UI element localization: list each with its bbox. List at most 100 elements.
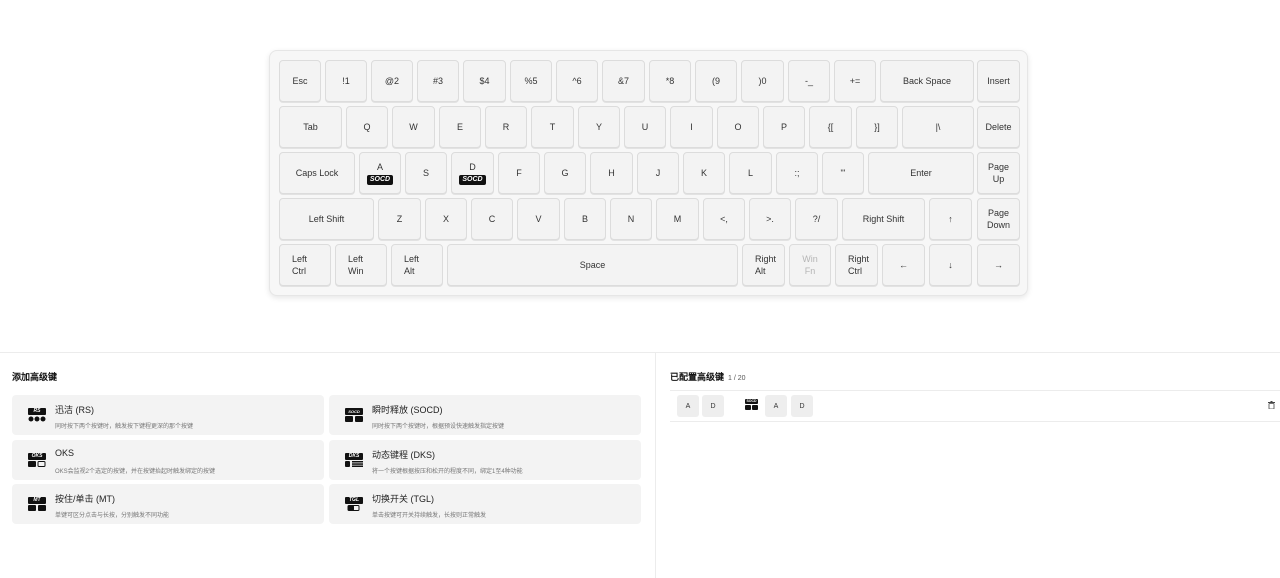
card-mt[interactable]: MT 按住/单击 (MT) 单键可区分点击与长按，分别触发不同功能 [12,484,324,524]
key-9[interactable]: (9 [695,60,737,102]
configured-entry[interactable] [670,390,1280,422]
key-z[interactable]: Z [378,198,421,240]
key-left-alt[interactable]: Left Alt [391,244,443,286]
card-oks[interactable]: OKS OKS OKS会监视2个选定的按键，并在按键抬起时触发绑定的按键 [12,440,324,480]
key-3[interactable]: #3 [417,60,459,102]
key-g[interactable]: G [544,152,586,194]
key-r[interactable]: R [485,106,527,148]
key-l[interactable]: L [729,152,772,194]
socd-icon: SOCD [345,408,363,422]
key-e[interactable]: E [439,106,481,148]
key-caps-lock[interactable]: Caps Lock [279,152,355,194]
card-description: OKS会监视2个选定的按键，并在按键抬起时触发绑定的按键 [55,469,216,475]
key-left-ctrl[interactable]: Left Ctrl [279,244,331,286]
key-page-up[interactable]: Page Up [977,152,1020,194]
key-u[interactable]: U [624,106,666,148]
key-comma[interactable]: <, [703,198,745,240]
key-b[interactable]: B [564,198,606,240]
key-delete[interactable]: Delete [977,106,1020,148]
key-t[interactable]: T [531,106,574,148]
key-p[interactable]: P [763,106,805,148]
card-socd[interactable]: SOCD 瞬时释放 (SOCD) 同时按下两个按键时，根据预设快速触发指定按键 [329,395,641,435]
key-right-shift[interactable]: Right Shift [842,198,925,240]
tgl-icon: TGL [345,497,363,511]
key-4[interactable]: $4 [463,60,506,102]
key-right-ctrl[interactable]: Right Ctrl [835,244,878,286]
key-backslash[interactable]: |\ [902,106,974,148]
key-5[interactable]: %5 [510,60,552,102]
key-d[interactable]: D SOCD [451,152,494,194]
key-k[interactable]: K [683,152,725,194]
oks-icon: OKS [28,453,46,467]
socd-tag: SOCD [459,175,486,185]
key-minus[interactable]: -_ [788,60,830,102]
key-tab[interactable]: Tab [279,106,342,148]
key-bracket-left[interactable]: {[ [809,106,852,148]
key-v[interactable]: V [517,198,560,240]
key-quote[interactable]: "' [822,152,864,194]
key-q[interactable]: Q [346,106,388,148]
key-arrow-left[interactable]: ← [882,244,925,286]
card-description: 单击按键可开关持续触发，长按则正常触发 [372,513,487,519]
key-equal[interactable]: += [834,60,876,102]
key-o[interactable]: O [717,106,759,148]
key-page-down[interactable]: Page Down [977,198,1020,240]
key-a[interactable]: A SOCD [359,152,401,194]
key-f[interactable]: F [498,152,540,194]
dks-icon: DKS [345,453,363,467]
mt-icon: MT [28,497,46,511]
keyboard: Esc !1 @2 #3 $4 %5 ^6 &7 *8 (9 )0 -_ += … [269,50,1028,296]
key-left-win[interactable]: Left Win [335,244,387,286]
configured-keys-title: 已配置高级键 1 / 20 [670,372,746,382]
key-j[interactable]: J [637,152,679,194]
key-x[interactable]: X [425,198,467,240]
trash-icon[interactable] [1268,401,1275,409]
key-insert[interactable]: Insert [977,60,1020,102]
key-backspace[interactable]: Back Space [880,60,974,102]
key-s[interactable]: S [405,152,447,194]
key-6[interactable]: ^6 [556,60,598,102]
column-divider [655,353,656,578]
card-title: 瞬时释放 (SOCD) [372,405,443,415]
key-enter[interactable]: Enter [868,152,974,194]
key-n[interactable]: N [610,198,652,240]
key-2[interactable]: @2 [371,60,413,102]
card-title: 切换开关 (TGL) [372,494,434,504]
key-c[interactable]: C [471,198,513,240]
key-semicolon[interactable]: :; [776,152,818,194]
key-y[interactable]: Y [578,106,620,148]
key-arrow-up[interactable]: ↑ [929,198,972,240]
key-slash[interactable]: ?/ [795,198,838,240]
key-bracket-right[interactable]: }] [856,106,898,148]
key-0[interactable]: )0 [741,60,784,102]
configured-count: 1 / 20 [728,375,746,382]
card-dks[interactable]: DKS 动态键程 (DKS) 将一个按键根据按压和松开的程度不同，绑定1至4种功… [329,440,641,480]
key-h[interactable]: H [590,152,633,194]
key-1[interactable]: !1 [325,60,367,102]
key-right-alt[interactable]: Right Alt [742,244,785,286]
card-description: 单键可区分点击与长按，分别触发不同功能 [55,513,170,519]
key-left-shift[interactable]: Left Shift [279,198,374,240]
key-esc[interactable]: Esc [279,60,321,102]
card-description: 同时按下两个按键时，触发按下键程更深的那个按键 [55,424,194,430]
key-period[interactable]: >. [749,198,791,240]
bound-key-a: A [765,395,787,417]
card-description: 将一个按键根据按压和松开的程度不同，绑定1至4种功能 [372,469,523,475]
key-arrow-down[interactable]: ↓ [929,244,972,286]
key-i[interactable]: I [670,106,713,148]
key-8[interactable]: *8 [649,60,691,102]
rs-icon: RS [28,408,46,422]
key-win-fn[interactable]: Win Fn [789,244,831,286]
socd-icon: SOCD [745,399,758,410]
trigger-key-a: A [677,395,699,417]
card-rs[interactable]: RS 迅洁 (RS) 同时按下两个按键时，触发按下键程更深的那个按键 [12,395,324,435]
key-arrow-right[interactable]: → [977,244,1020,286]
card-title: 动态键程 (DKS) [372,450,436,460]
key-w[interactable]: W [392,106,435,148]
key-7[interactable]: &7 [602,60,645,102]
card-tgl[interactable]: TGL 切换开关 (TGL) 单击按键可开关持续触发，长按则正常触发 [329,484,641,524]
socd-tag: SOCD [366,175,394,185]
key-m[interactable]: M [656,198,699,240]
key-space[interactable]: Space [447,244,738,286]
card-title: 按住/单击 (MT) [55,494,115,504]
